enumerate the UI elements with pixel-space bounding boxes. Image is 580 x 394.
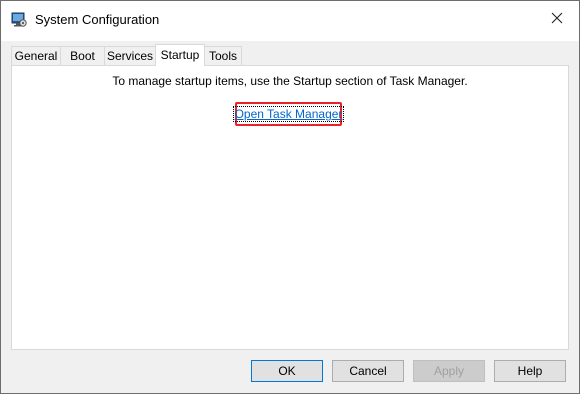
tab-startup[interactable]: Startup <box>155 44 205 66</box>
tab-strip: General Boot Services Startup Tools <box>11 44 571 66</box>
tab-general[interactable]: General <box>11 46 61 65</box>
ok-button[interactable]: OK <box>251 360 323 382</box>
help-button[interactable]: Help <box>494 360 566 382</box>
apply-button[interactable]: Apply <box>413 360 485 382</box>
title-bar: System Configuration <box>1 1 579 41</box>
link-highlight-box: Open Task Manager <box>232 102 345 126</box>
open-task-manager-link[interactable]: Open Task Manager <box>232 104 345 124</box>
cancel-button[interactable]: Cancel <box>332 360 404 382</box>
window-title: System Configuration <box>35 12 160 27</box>
open-task-manager-label: Open Task Manager <box>232 106 345 122</box>
system-config-icon <box>11 12 27 28</box>
close-button[interactable] <box>535 1 579 37</box>
system-configuration-window: System Configuration General Boot Servic… <box>0 0 580 394</box>
close-icon <box>551 12 563 27</box>
tab-services[interactable]: Services <box>104 46 156 65</box>
startup-info-text: To manage startup items, use the Startup… <box>112 74 468 88</box>
startup-tab-panel: To manage startup items, use the Startup… <box>11 65 569 350</box>
tab-tools[interactable]: Tools <box>204 46 242 65</box>
tab-boot[interactable]: Boot <box>60 46 105 65</box>
